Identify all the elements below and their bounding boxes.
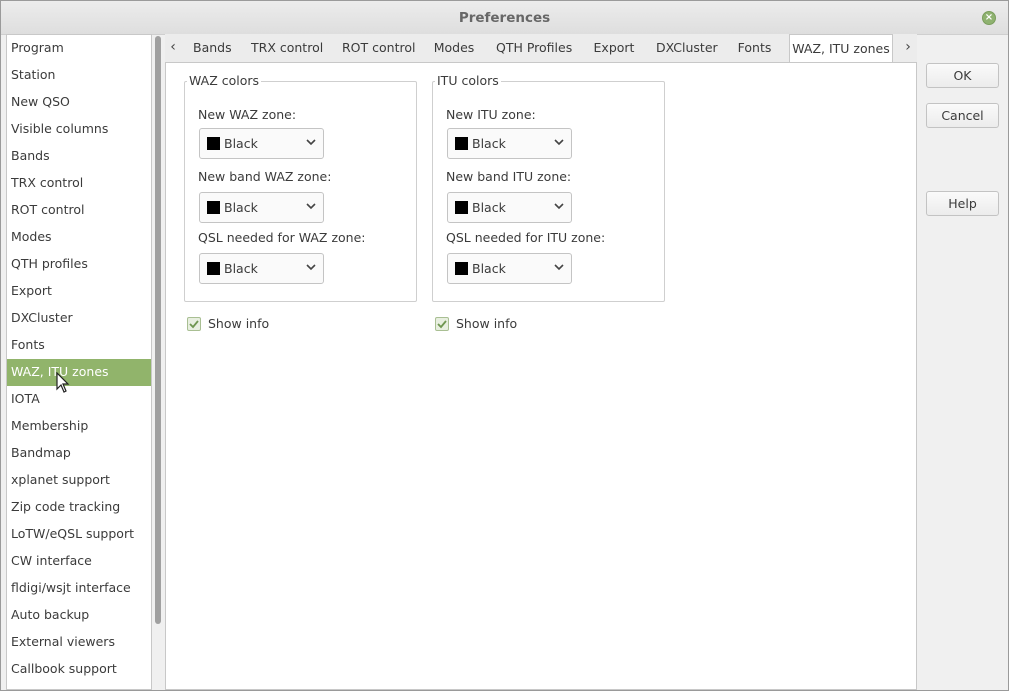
tab-qth-profiles[interactable]: QTH Profiles — [496, 34, 572, 62]
qsl-needed-waz-zone-color-select[interactable]: Black — [199, 253, 324, 284]
tab-fonts[interactable]: Fonts — [736, 34, 773, 62]
sidebar-item-bandmap[interactable]: Bandmap — [7, 440, 151, 467]
waz-show-info-checkbox[interactable] — [187, 317, 201, 331]
sidebar-scrollbar[interactable] — [154, 34, 162, 690]
sidebar-item-trx-control[interactable]: TRX control — [7, 170, 151, 197]
sidebar-item-fldigi-wsjt-interface[interactable]: fldigi/wsjt interface — [7, 575, 151, 602]
chevron-down-icon — [306, 264, 316, 271]
sidebar-item-membership[interactable]: Membership — [7, 413, 151, 440]
new-itu-zone-color-select[interactable]: Black — [447, 128, 572, 159]
sidebar-item-program[interactable]: Program — [7, 35, 151, 62]
itu-colors-group: ITU colors New ITU zone: Black New band … — [432, 73, 665, 302]
color-swatch — [207, 262, 220, 275]
waz-show-info-label[interactable]: Show info — [208, 316, 269, 331]
sidebar-item-qth-profiles[interactable]: QTH profiles — [7, 251, 151, 278]
qsl-needed-waz-zone-label: QSL needed for WAZ zone: — [198, 230, 366, 245]
title-bar[interactable]: Preferences × — [1, 1, 1008, 35]
sidebar-item-new-qso[interactable]: New QSO — [7, 89, 151, 116]
mouse-cursor-icon — [56, 372, 70, 393]
category-list[interactable]: Program Station New QSO Visible columns … — [6, 34, 152, 690]
tab-trx-control[interactable]: TRX control — [251, 34, 323, 62]
tab-scroll-left-icon[interactable]: ‹ — [165, 37, 181, 59]
sidebar-item-zip-code-tracking[interactable]: Zip code tracking — [7, 494, 151, 521]
sidebar-item-modes[interactable]: Modes — [7, 224, 151, 251]
sidebar-item-auto-backup[interactable]: Auto backup — [7, 602, 151, 629]
sidebar-item-external-viewers[interactable]: External viewers — [7, 629, 151, 656]
tab-waz-itu-zones[interactable]: WAZ, ITU zones — [789, 34, 893, 62]
tab-bands[interactable]: Bands — [193, 34, 232, 62]
tab-bar: ‹ Bands TRX control ROT control Modes QT… — [165, 34, 917, 62]
new-waz-zone-color-select[interactable]: Black — [199, 128, 324, 159]
color-swatch — [207, 201, 220, 214]
window-title: Preferences — [458, 10, 551, 26]
scrollbar-thumb[interactable] — [155, 36, 161, 624]
preferences-window: Preferences × Program Station New QSO Vi… — [0, 0, 1009, 691]
tab-modes[interactable]: Modes — [433, 34, 475, 62]
sidebar-item-cw-interface[interactable]: CW interface — [7, 548, 151, 575]
tab-scroll-right-icon[interactable]: › — [900, 37, 916, 59]
sidebar-item-export[interactable]: Export — [7, 278, 151, 305]
sidebar-item-bands[interactable]: Bands — [7, 143, 151, 170]
itu-colors-title: ITU colors — [435, 73, 501, 88]
new-band-waz-zone-label: New band WAZ zone: — [198, 169, 332, 184]
itu-show-info-label[interactable]: Show info — [456, 316, 517, 331]
tab-content-panel: WAZ colors New WAZ zone: Black New band … — [165, 62, 917, 690]
sidebar-item-callbook-support[interactable]: Callbook support — [7, 656, 151, 683]
sidebar-item-fonts[interactable]: Fonts — [7, 332, 151, 359]
tab-export[interactable]: Export — [591, 34, 637, 62]
sidebar-item-iota[interactable]: IOTA — [7, 386, 151, 413]
qsl-needed-itu-zone-color-select[interactable]: Black — [447, 253, 572, 284]
itu-show-info-checkbox[interactable] — [435, 317, 449, 331]
ok-button[interactable]: OK — [926, 63, 999, 88]
waz-colors-group: WAZ colors New WAZ zone: Black New band … — [184, 73, 417, 302]
waz-colors-title: WAZ colors — [187, 73, 262, 88]
sidebar-item-lotw-eqsl-support[interactable]: LoTW/eQSL support — [7, 521, 151, 548]
new-band-waz-zone-color-value: Black — [224, 200, 258, 215]
chevron-down-icon — [306, 139, 316, 146]
sidebar-item-dxcluster[interactable]: DXCluster — [7, 305, 151, 332]
qsl-needed-waz-zone-color-value: Black — [224, 261, 258, 276]
sidebar-item-visible-columns[interactable]: Visible columns — [7, 116, 151, 143]
chevron-down-icon — [554, 139, 564, 146]
sidebar-item-rot-control[interactable]: ROT control — [7, 197, 151, 224]
color-swatch — [207, 137, 220, 150]
chevron-down-icon — [554, 203, 564, 210]
close-icon[interactable]: × — [982, 11, 996, 25]
new-band-itu-zone-color-value: Black — [472, 200, 506, 215]
sidebar-item-waz-itu-zones[interactable]: WAZ, ITU zones — [7, 359, 151, 386]
checkmark-icon — [189, 320, 199, 329]
new-band-waz-zone-color-select[interactable]: Black — [199, 192, 324, 223]
new-band-itu-zone-label: New band ITU zone: — [446, 169, 572, 184]
color-swatch — [455, 201, 468, 214]
new-band-itu-zone-color-select[interactable]: Black — [447, 192, 572, 223]
tab-dxcluster[interactable]: DXCluster — [656, 34, 718, 62]
qsl-needed-itu-zone-label: QSL needed for ITU zone: — [446, 230, 606, 245]
chevron-down-icon — [554, 264, 564, 271]
sidebar-item-xplanet-support[interactable]: xplanet support — [7, 467, 151, 494]
new-waz-zone-color-value: Black — [224, 136, 258, 151]
qsl-needed-itu-zone-color-value: Black — [472, 261, 506, 276]
color-swatch — [455, 262, 468, 275]
new-waz-zone-label: New WAZ zone: — [198, 107, 297, 122]
new-itu-zone-color-value: Black — [472, 136, 506, 151]
color-swatch — [455, 137, 468, 150]
sidebar-item-station[interactable]: Station — [7, 62, 151, 89]
chevron-down-icon — [306, 203, 316, 210]
new-itu-zone-label: New ITU zone: — [446, 107, 536, 122]
tab-rot-control[interactable]: ROT control — [342, 34, 415, 62]
checkmark-icon — [437, 320, 447, 329]
cancel-button[interactable]: Cancel — [926, 103, 999, 128]
help-button[interactable]: Help — [926, 191, 999, 216]
